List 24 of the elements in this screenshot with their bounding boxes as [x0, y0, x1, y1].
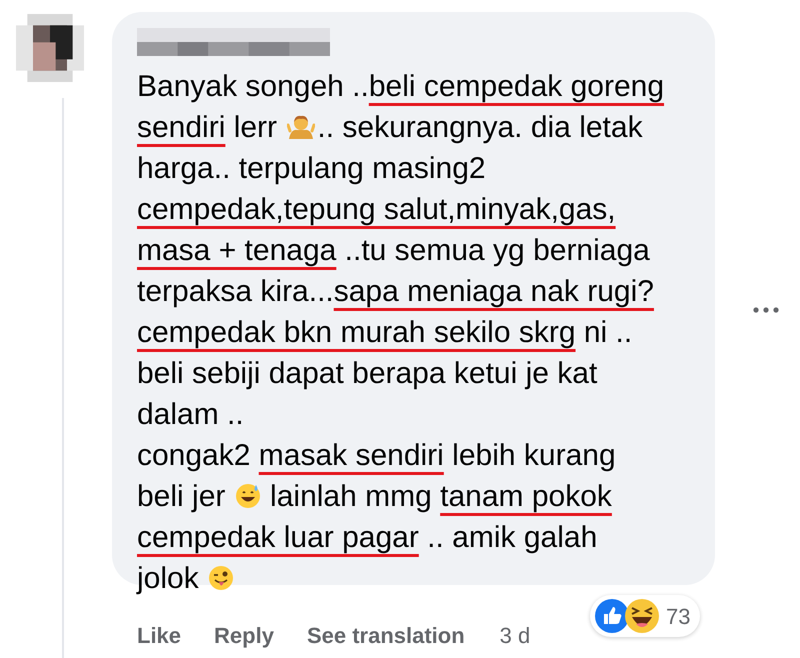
comment-text-line: cempedak,tepung salut,minyak,gas, — [137, 192, 617, 228]
comment-text-line: beli sebiji dapat berapa ketui je kat — [137, 356, 598, 392]
comment-text-line: dalam .. — [137, 397, 245, 433]
comment-text-line: cempedak bkn murah sekilo skrg ni .. — [137, 315, 634, 351]
comment-text-line: terpaksa kira...sapa meniaga nak rugi? — [137, 274, 655, 310]
comment-action-link[interactable]: Reply — [214, 619, 274, 652]
reaction-count: 73 — [666, 602, 690, 630]
reactions-badge[interactable]: 73 — [590, 595, 700, 637]
shrug-emoji-icon — [287, 113, 316, 141]
comment-text-line: sendiri lerr .. sekurangnya. dia letak — [137, 110, 644, 146]
comment-text-line: congak2 masak sendiri lebih kurang — [137, 438, 617, 474]
comment-action-link[interactable]: See translation — [306, 619, 465, 652]
more-options-icon[interactable] — [753, 307, 779, 313]
comment-text-line: masa + tenaga ..tu semua yg berniaga — [137, 233, 651, 269]
laughing-emoji-icon — [624, 598, 660, 634]
comment-action-link[interactable]: Like — [137, 619, 182, 652]
grinning-sweat-emoji-icon — [234, 482, 262, 510]
comment-text-line: harga.. terpulang masing2 — [137, 151, 487, 187]
comment-time: 3 d — [500, 622, 530, 650]
comment-text-line: cempedak luar pagar .. amik galah — [137, 520, 598, 556]
comment-text-line: Banyak songeh ..beli cempedak goreng — [137, 69, 666, 105]
comment-text-line: beli jer lainlah mmg tanam pokok — [137, 479, 613, 515]
winking-tongue-emoji-icon — [207, 564, 236, 592]
like-icon — [594, 598, 630, 634]
